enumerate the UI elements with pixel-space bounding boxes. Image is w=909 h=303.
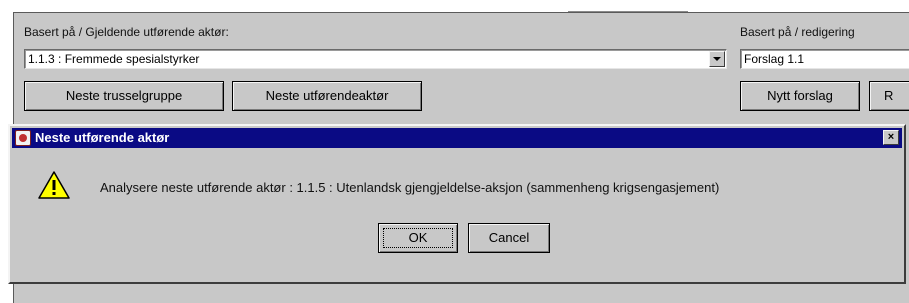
close-icon[interactable]: × [883, 130, 899, 145]
cancel-button[interactable]: Cancel [468, 223, 550, 253]
next-actor-button[interactable]: Neste utførendeaktør [232, 81, 422, 111]
new-proposal-button[interactable]: Nytt forslag [740, 81, 860, 111]
edit-field-value: Forslag 1.1 [744, 52, 805, 66]
edit-field[interactable]: Forslag 1.1 [740, 49, 909, 69]
dialog-message: Analysere neste utførende aktør : 1.1.5 … [100, 180, 720, 195]
actor-label: Basert på / Gjeldende utførende aktør: [24, 25, 229, 39]
partial-button[interactable]: R [869, 81, 909, 111]
edit-label: Basert på / redigering [740, 25, 855, 39]
actor-select[interactable]: 1.1.3 : Fremmede spesialstyrker [24, 49, 727, 69]
app-icon [15, 130, 31, 146]
next-threat-group-button[interactable]: Neste trusselgruppe [24, 81, 224, 111]
chevron-down-icon[interactable] [709, 51, 725, 67]
actor-select-value: 1.1.3 : Fremmede spesialstyrker [28, 52, 200, 66]
dialog-title: Neste utførende aktør [35, 130, 170, 145]
ok-label: OK [408, 230, 428, 245]
ok-button[interactable]: OK [378, 223, 458, 253]
dialog-titlebar[interactable]: Neste utførende aktør × [12, 128, 902, 148]
confirm-dialog: Neste utførende aktør × Analysere neste … [8, 124, 906, 284]
warning-icon [38, 171, 70, 199]
